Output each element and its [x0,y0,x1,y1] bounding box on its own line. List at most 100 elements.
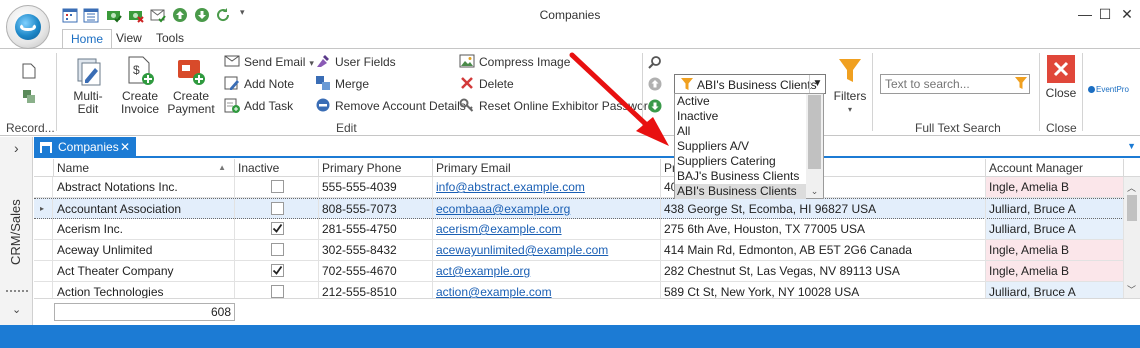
filters-button[interactable]: Filters ▾ [832,55,868,116]
row-indicator[interactable] [34,240,53,260]
filter-select[interactable]: ABI's Business Clients ▼ [674,74,826,94]
tab-tools[interactable]: Tools [148,29,192,49]
panel-grip[interactable] [6,290,28,292]
cell-email[interactable]: acewayunlimited@example.com [433,240,661,260]
add-note-button[interactable]: Add Note [224,75,294,93]
search-input[interactable] [880,74,1030,94]
chevron-down-icon[interactable]: ▼ [809,75,825,93]
close-tab-icon[interactable]: ✕ [120,137,130,158]
cell-address[interactable]: 275 6th Ave, Houston, TX 77005 USA [661,219,986,239]
cell-name[interactable]: Accountant Association [54,199,235,219]
column-header-inactive[interactable]: Inactive [235,159,319,177]
row-indicator[interactable] [34,177,53,197]
row-indicator[interactable]: ▸ [34,199,53,219]
cell-email[interactable]: info@abstract.example.com [433,177,661,197]
close-button[interactable]: Close [1042,55,1080,100]
row-indicator[interactable] [34,219,53,239]
filter-dropdown-list[interactable]: Active Inactive All Suppliers A/V Suppli… [674,93,824,199]
minimize-button[interactable]: — [1074,4,1096,24]
cell-name[interactable]: Act Theater Company [54,261,235,281]
scrollbar-thumb[interactable] [1127,195,1137,221]
tab-view[interactable]: View [108,29,150,49]
delete-button[interactable]: Delete [459,75,514,93]
send-email-button[interactable]: Send Email ▾ [224,53,314,71]
table-row[interactable]: ▸ Accountant Association 808-555-7073 ecomb… [34,198,1124,219]
cell-email[interactable]: act@example.org [433,261,661,281]
create-payment-button[interactable]: Create Payment [166,55,216,116]
scroll-up-icon[interactable]: ︿ [1127,181,1136,194]
user-fields-button[interactable]: User Fields [315,53,396,71]
cell-phone[interactable]: 808-555-7073 [319,199,433,219]
cell-manager[interactable]: Ingle, Amelia B [986,177,1124,197]
scrollbar-thumb[interactable] [808,95,821,169]
app-logo[interactable] [6,5,50,49]
column-header-email[interactable]: Primary Email [433,159,661,177]
inactive-checkbox[interactable] [271,222,284,235]
column-header-name[interactable]: Name ▲ [54,159,235,177]
reset-password-button[interactable]: Reset Online Exhibitor Password [459,97,654,115]
cell-manager[interactable]: Ingle, Amelia B [986,240,1124,260]
copy-record-icon[interactable] [22,89,36,108]
expand-panel-icon[interactable]: › [14,140,19,156]
filter-down-icon[interactable] [648,99,662,116]
calendar-grid-icon[interactable] [83,7,99,23]
cell-inactive[interactable] [235,219,319,239]
cell-name[interactable]: Aceway Unlimited [54,240,235,260]
cell-name[interactable]: Acerism Inc. [54,219,235,239]
row-indicator[interactable] [34,261,53,281]
filter-option[interactable]: BAJ's Business Clients [675,169,806,184]
cell-name[interactable]: Abstract Notations Inc. [54,177,235,197]
column-header-phone[interactable]: Primary Phone [319,159,433,177]
cell-phone[interactable]: 281-555-4750 [319,219,433,239]
refresh-icon[interactable] [215,7,231,23]
new-record-icon[interactable] [22,63,36,82]
scroll-down-icon[interactable]: ⌄ [806,184,823,198]
scroll-down-icon[interactable]: ﹀ [1127,283,1136,296]
cell-email[interactable]: acerism@example.com [433,219,661,239]
cell-inactive[interactable] [235,199,319,219]
search-icon[interactable] [648,55,662,72]
cell-email[interactable]: ecombaaa@example.org [433,199,661,219]
cell-manager[interactable]: Julliard, Bruce A [986,219,1124,239]
cell-phone[interactable]: 702-555-4670 [319,261,433,281]
cell-inactive[interactable] [235,240,319,260]
cell-inactive[interactable] [235,177,319,197]
merge-button[interactable]: Merge [315,75,369,93]
filter-option[interactable]: All [675,124,806,139]
crm-sales-label[interactable]: CRM/Sales [8,199,23,265]
filter-option[interactable]: Suppliers A/V [675,139,806,154]
table-row[interactable]: Aceway Unlimited 302-555-8432 acewayunlimi… [34,240,1124,261]
customize-toolbar-icon[interactable]: ▾ [240,7,256,23]
table-row[interactable]: Acerism Inc. 281-555-4750 acerism@example.… [34,219,1124,240]
multi-edit-button[interactable]: Multi-Edit [64,55,112,116]
filter-option[interactable]: Suppliers Catering [675,154,806,169]
inactive-checkbox[interactable] [271,285,284,298]
inactive-checkbox[interactable] [271,202,284,215]
grid-vertical-scrollbar[interactable]: ︿ ﹀ [1124,177,1140,298]
inactive-checkbox[interactable] [271,243,284,256]
filter-option[interactable]: Inactive [675,109,806,124]
cell-inactive[interactable] [235,261,319,281]
cell-address[interactable]: 414 Main Rd, Edmonton, AB E5T 2G6 Canada [661,240,986,260]
compress-image-button[interactable]: Compress Image [459,53,570,71]
filter-option-selected[interactable]: ABI's Business Clients [675,184,806,199]
create-invoice-button[interactable]: $ Create Invoice [118,55,162,116]
arrow-up-icon[interactable] [172,7,188,23]
table-row[interactable]: Act Theater Company 702-555-4670 act@examp… [34,261,1124,282]
arrow-down-icon[interactable] [194,7,210,23]
column-header-account-manager[interactable]: Account Manager [986,159,1124,177]
dropdown-scrollbar[interactable]: ⌄ [806,94,823,198]
table-row[interactable]: Abstract Notations Inc. 555-555-4039 info@… [34,177,1124,198]
cell-phone[interactable]: 555-555-4039 [319,177,433,197]
chevron-down-icon[interactable]: ⌄ [12,303,21,316]
tab-companies[interactable]: Companies ✕ [34,137,136,158]
email-check-icon[interactable] [150,7,166,23]
add-task-button[interactable]: Add Task [224,97,293,115]
cell-address[interactable]: 438 George St, Ecomba, HI 96827 USA [661,199,986,219]
tab-menu-icon[interactable]: ▼ [1127,141,1136,151]
remove-account-details-button[interactable]: Remove Account Details [315,97,466,115]
inactive-checkbox[interactable] [271,180,284,193]
cell-phone[interactable]: 302-555-8432 [319,240,433,260]
money-delete-icon[interactable] [128,7,144,23]
inactive-checkbox[interactable] [271,264,284,277]
